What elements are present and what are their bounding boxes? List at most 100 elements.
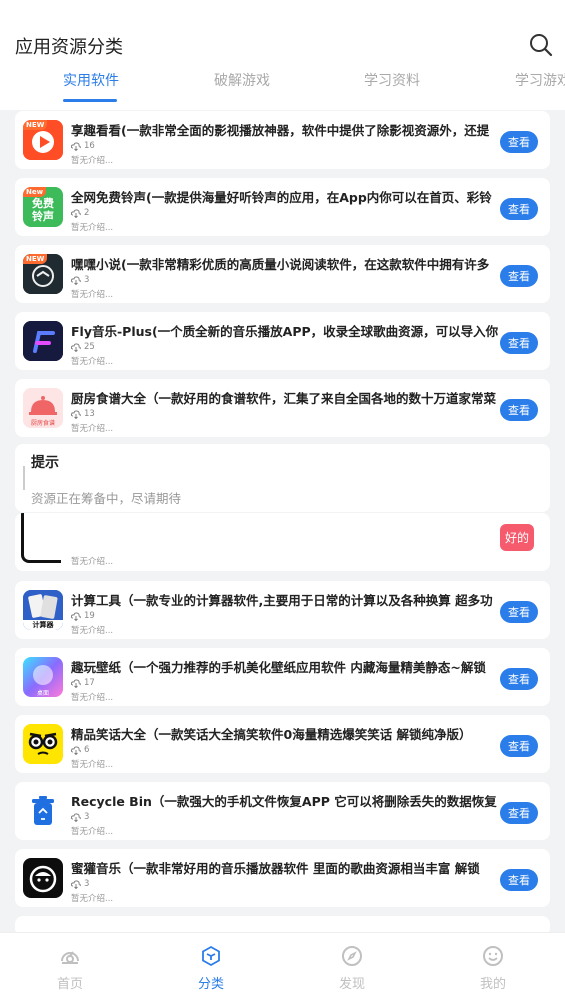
wallpaper-icon: 桌面	[23, 657, 63, 697]
download-count: 6	[84, 745, 90, 755]
new-badge: New	[23, 187, 47, 197]
app-title: 享趣看看(一款非常全面的影视播放神器，软件中提供了除影视资源外，还提	[71, 123, 490, 138]
download-count: 3	[84, 879, 90, 889]
tab-indicator	[63, 99, 117, 102]
list-item[interactable]: NEW 嘿嘿小说(一款非常精彩优质的高质量小说阅读软件，在这款软件中拥有许多 3…	[15, 245, 550, 303]
app-description: 暂无介绍...	[71, 424, 114, 434]
app-description: 暂无介绍...	[71, 223, 114, 233]
download-count: 16	[84, 141, 95, 151]
smile-icon	[483, 946, 503, 966]
cloud-download-icon	[71, 611, 81, 621]
list-item[interactable]: 桌面 趣玩壁纸（一个强力推荐的手机美化壁纸应用软件 内藏海量精美静态~解锁 17…	[15, 648, 550, 706]
list-item[interactable]: 厨房食谱 厨房食谱大全（一款好用的食谱软件，汇集了来自全国各地的数十万道家常菜 …	[15, 379, 550, 437]
download-count: 19	[84, 611, 95, 621]
nav-mine[interactable]: 我的	[463, 945, 523, 992]
app-title: 全网免费铃声(一款提供海量好听铃声的应用，在App内你可以在首页、彩铃	[71, 190, 492, 205]
cloud-download-icon	[71, 812, 81, 822]
list-item[interactable]: NEW 享趣看看(一款非常全面的影视播放神器，软件中提供了除影视资源外，还提 1…	[15, 111, 550, 169]
view-button[interactable]: 查看	[500, 265, 538, 287]
nav-home[interactable]: 首页	[40, 945, 100, 992]
list-item[interactable]: 暂无介绍...	[15, 513, 550, 571]
tab-study-materials[interactable]: 学习资料	[364, 70, 420, 90]
app-description: 暂无介绍...	[71, 557, 114, 567]
honey-badger-icon	[23, 858, 63, 898]
cloud-download-icon	[71, 745, 81, 755]
app-title: 厨房食谱大全（一款好用的食谱软件，汇集了来自全国各地的数十万道家常菜	[71, 391, 497, 406]
view-button[interactable]: 查看	[500, 869, 538, 891]
page-title: 应用资源分类	[15, 37, 123, 58]
new-badge: NEW	[23, 120, 48, 130]
app-description: 暂无介绍...	[71, 827, 114, 837]
cloud-download-icon	[71, 678, 81, 688]
ok-button[interactable]: 好的	[500, 524, 534, 551]
cooking-icon: 厨房食谱	[23, 388, 63, 428]
music-f-icon	[23, 321, 63, 361]
list-item[interactable]: Fly音乐-Plus(一个质全新的音乐播放APP，收录全球歌曲资源，可以导入你 …	[15, 312, 550, 370]
download-count: 13	[84, 409, 95, 419]
nav-label: 我的	[479, 977, 506, 992]
view-button[interactable]: 查看	[500, 399, 538, 421]
nav-label: 分类	[197, 977, 224, 992]
app-title: Recycle Bin（一款强大的手机文件恢复APP 它可以将删除丢失的数据恢复	[71, 794, 497, 809]
list-item[interactable]: 精品笑话大全（一款笑话大全搞笑软件0海量精选爆笑笑话 解锁纯净版） 6 暂无介绍…	[15, 715, 550, 773]
app-description: 暂无介绍...	[71, 156, 114, 166]
app-description: 暂无介绍...	[71, 357, 114, 367]
list-item[interactable]: Recycle Bin（一款强大的手机文件恢复APP 它可以将删除丢失的数据恢复…	[15, 782, 550, 840]
list-item[interactable]: 蜜獾音乐（一款非常好用的音乐播放器软件 里面的歌曲资源相当丰富 解锁 3 暂无介…	[15, 849, 550, 907]
app-title: 趣玩壁纸（一个强力推荐的手机美化壁纸应用软件 内藏海量精美静态~解锁	[71, 660, 486, 675]
app-description: 暂无介绍...	[71, 760, 114, 770]
view-button[interactable]: 查看	[500, 131, 538, 153]
view-button[interactable]: 查看	[500, 332, 538, 354]
nav-label: 首页	[56, 977, 83, 992]
app-title: 嘿嘿小说(一款非常精彩优质的高质量小说阅读软件，在这款软件中拥有许多	[71, 257, 490, 272]
app-title: Fly音乐-Plus(一个质全新的音乐播放APP，收录全球歌曲资源，可以导入你	[71, 324, 499, 339]
download-count: 17	[84, 678, 95, 688]
search-button[interactable]	[528, 32, 554, 58]
book-icon: NEW	[23, 254, 63, 294]
cloud-download-icon	[71, 879, 81, 889]
view-button[interactable]: 查看	[500, 668, 538, 690]
app-description: 暂无介绍...	[71, 290, 114, 300]
download-count: 3	[84, 812, 90, 822]
app-title: 蜜獾音乐（一款非常好用的音乐播放器软件 里面的歌曲资源相当丰富 解锁	[71, 861, 480, 876]
tab-cracked-games[interactable]: 破解游戏	[214, 70, 270, 90]
joke-face-icon	[23, 724, 63, 764]
play-icon: NEW	[23, 120, 63, 160]
tab-study-games[interactable]: 学习游戏	[515, 70, 565, 90]
bottom-nav: 首页 分类 发现 我的	[0, 932, 565, 1004]
nav-discover[interactable]: 发现	[322, 945, 382, 992]
cloud-download-icon	[71, 275, 81, 285]
download-count: 3	[84, 275, 90, 285]
app-title: 计算工具（一款专业的计算器软件,主要用于日常的计算以及各种换算 超多功	[71, 593, 493, 608]
app-description: 暂无介绍...	[71, 693, 114, 703]
app-icon-partial	[21, 513, 61, 563]
list-item[interactable]: 免费 铃声 New 全网免费铃声(一款提供海量好听铃声的应用，在App内你可以在…	[15, 178, 550, 236]
cloud-download-icon	[71, 342, 81, 352]
app-title: 精品笑话大全（一款笑话大全搞笑软件0海量精选爆笑笑话 解锁纯净版）	[71, 727, 472, 742]
view-button[interactable]: 查看	[500, 601, 538, 623]
ringtone-icon: 免费 铃声 New	[23, 187, 63, 227]
download-count: 2	[84, 208, 90, 218]
view-button[interactable]: 查看	[500, 735, 538, 757]
category-cube-icon	[202, 945, 220, 967]
view-button[interactable]: 查看	[500, 802, 538, 824]
header: 应用资源分类 实用软件 破解游戏 学习资料 学习游戏	[0, 0, 565, 110]
category-tabs: 实用软件 破解游戏 学习资料 学习游戏	[0, 64, 565, 104]
dialog-message: 资源正在筹备中，尽请期待	[31, 491, 182, 506]
calculator-icon: 计算器	[23, 590, 63, 630]
compass-icon	[342, 946, 362, 966]
view-button[interactable]: 查看	[500, 198, 538, 220]
new-badge: NEW	[23, 254, 48, 264]
cloud-download-icon	[71, 409, 81, 419]
tab-practical-software[interactable]: 实用软件	[63, 70, 119, 90]
search-icon	[530, 34, 553, 57]
nav-label: 发现	[338, 977, 365, 992]
recycle-bin-icon	[23, 791, 63, 831]
app-description: 暂无介绍...	[71, 894, 114, 904]
cloud-download-icon	[71, 208, 81, 218]
notice-dialog: 提示 资源正在筹备中，尽请期待	[15, 444, 550, 512]
nav-category[interactable]: 分类	[181, 945, 241, 992]
dialog-title: 提示	[31, 455, 59, 471]
list-item[interactable]: 计算器 计算工具（一款专业的计算器软件,主要用于日常的计算以及各种换算 超多功 …	[15, 581, 550, 639]
home-icon	[61, 951, 79, 964]
